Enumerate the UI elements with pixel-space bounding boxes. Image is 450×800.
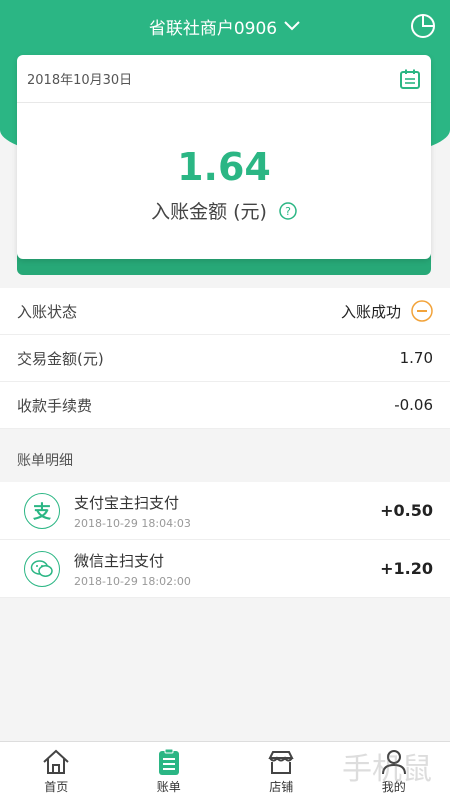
svg-text:?: ? — [285, 205, 291, 218]
top-bar: 省联社商户0906 — [0, 0, 450, 52]
transaction-list: 支 支付宝主扫支付 2018-10-29 18:04:03 +0.50 微信主扫… — [0, 482, 450, 598]
transaction-text: 微信主扫支付 2018-10-29 18:02:00 — [74, 550, 380, 588]
trade-amount-label: 交易金额(元) — [17, 349, 104, 368]
chevron-down-icon — [284, 21, 300, 31]
tab-store[interactable]: 店铺 — [225, 742, 338, 800]
tab-mine-label: 我的 — [381, 779, 406, 794]
bill-icon — [158, 748, 179, 775]
pie-chart-icon[interactable] — [410, 13, 436, 39]
wechat-icon — [24, 550, 60, 587]
summary-card: 2018年10月30日 1.64 入账金额 (元) ? — [17, 55, 431, 259]
home-icon — [43, 749, 69, 774]
status-value: 入账成功 — [340, 302, 401, 321]
transaction-name: 微信主扫支付 — [74, 551, 165, 570]
bottom-tab-bar: 首页 账单 店铺 我的 — [0, 741, 450, 800]
section-title: 账单明细 — [17, 453, 73, 469]
trade-amount-value: 1.70 — [399, 349, 433, 367]
status-label: 入账状态 — [17, 302, 78, 321]
collapse-minus-icon[interactable] — [411, 300, 433, 322]
amount-label: 入账金额 (元) — [151, 201, 267, 223]
tab-home-label: 首页 — [44, 779, 69, 794]
transaction-text: 支付宝主扫支付 2018-10-29 18:04:03 — [74, 492, 380, 530]
merchant-name: 省联社商户0906 — [148, 18, 278, 39]
trade-amount-row: 交易金额(元) 1.70 — [0, 335, 450, 382]
transaction-name: 支付宝主扫支付 — [74, 493, 180, 512]
transaction-amount: +0.50 — [380, 501, 433, 520]
tab-bill[interactable]: 账单 — [113, 742, 226, 800]
status-value-group: 入账成功 — [341, 300, 433, 322]
alipay-icon: 支 — [24, 492, 60, 529]
amount-value: 1.64 — [177, 145, 271, 189]
tab-bill-label: 账单 — [156, 779, 181, 794]
calendar-icon[interactable] — [399, 68, 421, 90]
fee-label: 收款手续费 — [17, 396, 93, 415]
alipay-glyph: 支 — [33, 501, 51, 523]
user-icon — [381, 749, 406, 774]
date-row[interactable]: 2018年10月30日 — [17, 55, 431, 103]
transaction-time: 2018-10-29 18:04:03 — [74, 516, 191, 530]
amount-label-row: 入账金额 (元) ? — [17, 197, 431, 224]
tab-home[interactable]: 首页 — [0, 742, 113, 800]
fee-row: 收款手续费 -0.06 — [0, 382, 450, 429]
help-icon[interactable]: ? — [279, 201, 297, 220]
tab-mine[interactable]: 我的 — [338, 742, 450, 800]
store-icon — [268, 750, 294, 774]
fee-value: -0.06 — [394, 396, 433, 414]
status-row: 入账状态 入账成功 — [0, 288, 450, 335]
merchant-selector[interactable]: 省联社商户0906 — [149, 14, 301, 39]
transaction-time: 2018-10-29 18:02:00 — [74, 574, 191, 588]
tab-store-label: 店铺 — [269, 779, 294, 794]
date-text: 2018年10月30日 — [27, 73, 133, 88]
transaction-amount: +1.20 — [380, 559, 433, 578]
wechat-bubbles-icon — [30, 559, 53, 577]
list-item[interactable]: 支 支付宝主扫支付 2018-10-29 18:04:03 +0.50 — [0, 482, 450, 540]
info-list: 入账状态 入账成功 交易金额(元) 1.70 收款手续费 -0.06 — [0, 288, 450, 429]
list-item[interactable]: 微信主扫支付 2018-10-29 18:02:00 +1.20 — [0, 540, 450, 598]
